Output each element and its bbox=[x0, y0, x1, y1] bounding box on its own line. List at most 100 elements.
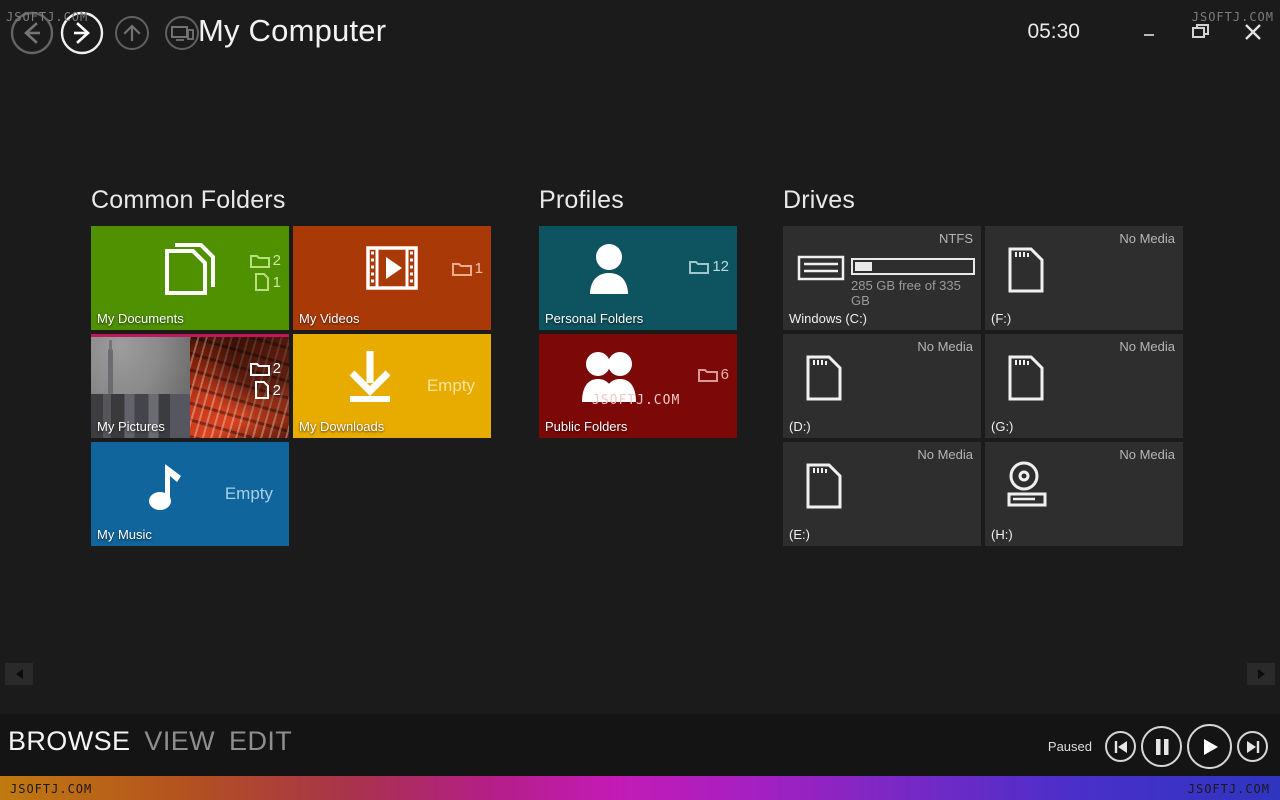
tile-drive-d[interactable]: No Media (D:) bbox=[783, 334, 981, 438]
tile-my-downloads[interactable]: Empty My Downloads bbox=[293, 334, 491, 438]
drive-status: No Media bbox=[1119, 447, 1175, 462]
folder-icon bbox=[698, 367, 718, 383]
profiles-tile-grid: 12 Personal Folders bbox=[539, 226, 741, 438]
single-user-icon bbox=[539, 232, 679, 304]
tile-label: My Pictures bbox=[97, 419, 165, 434]
tile-public-folders[interactable]: 6 Public Folders bbox=[539, 334, 737, 438]
forward-arrow-icon bbox=[60, 11, 104, 55]
drive-status: No Media bbox=[1119, 231, 1175, 246]
previous-button[interactable] bbox=[1105, 731, 1136, 762]
group-common-folders: Common Folders 2 bbox=[91, 186, 495, 546]
back-arrow-icon bbox=[10, 11, 54, 55]
computer-monitor-icon bbox=[164, 15, 200, 51]
tile-my-videos[interactable]: 1 My Videos bbox=[293, 226, 491, 330]
public-folders-counts: 6 bbox=[698, 366, 729, 383]
my-documents-counts: 2 1 bbox=[250, 252, 281, 291]
forward-button[interactable] bbox=[60, 11, 104, 55]
personal-folders-counts: 12 bbox=[689, 258, 729, 275]
minimize-button[interactable] bbox=[1134, 18, 1164, 46]
tile-label: Public Folders bbox=[545, 419, 627, 434]
player-status: Paused bbox=[1048, 739, 1092, 754]
mode-tabs: BROWSE VIEW EDIT bbox=[8, 726, 292, 757]
tile-my-pictures[interactable]: 2 2 My Pictures bbox=[91, 334, 289, 438]
content-area: Common Folders 2 bbox=[0, 68, 1280, 658]
scroll-right-button[interactable] bbox=[1247, 663, 1275, 685]
tile-label: Windows (C:) bbox=[789, 311, 867, 326]
tile-label: My Documents bbox=[97, 311, 184, 326]
drive-usage: 285 GB free of 335 GB bbox=[851, 258, 975, 308]
page-title: My Computer bbox=[198, 13, 386, 49]
tile-label: My Videos bbox=[299, 311, 359, 326]
up-button[interactable] bbox=[110, 11, 154, 55]
empty-badge: Empty bbox=[427, 376, 475, 396]
folder-count: 1 bbox=[452, 260, 483, 277]
drive-status: No Media bbox=[917, 447, 973, 462]
play-button[interactable] bbox=[1187, 724, 1232, 769]
play-icon bbox=[1200, 737, 1220, 757]
group-title-common-folders: Common Folders bbox=[91, 186, 495, 215]
tile-drive-h[interactable]: No Media (H:) bbox=[985, 442, 1183, 546]
clock: 05:30 bbox=[1027, 20, 1080, 44]
file-count: 1 bbox=[254, 273, 281, 291]
group-drives: Drives NTFS 285 GB free of 335 GB W bbox=[783, 186, 1189, 546]
folder-icon bbox=[250, 253, 270, 269]
tile-personal-folders[interactable]: 12 Personal Folders bbox=[539, 226, 737, 330]
my-pictures-counts: 2 2 bbox=[250, 360, 281, 399]
tile-my-documents[interactable]: 2 1 My Documents bbox=[91, 226, 289, 330]
tile-label: (E:) bbox=[789, 527, 810, 542]
tile-my-music[interactable]: Empty My Music bbox=[91, 442, 289, 546]
pause-button[interactable] bbox=[1141, 726, 1182, 767]
navigation-buttons bbox=[10, 11, 204, 55]
close-button[interactable] bbox=[1238, 18, 1268, 46]
memory-card-icon bbox=[1007, 246, 1045, 299]
tile-label: Personal Folders bbox=[545, 311, 643, 326]
skip-back-icon bbox=[1113, 740, 1129, 754]
memory-card-icon bbox=[805, 354, 843, 407]
usage-bar bbox=[851, 258, 975, 275]
tile-drive-f[interactable]: No Media (F:) bbox=[985, 226, 1183, 330]
close-icon bbox=[1241, 20, 1265, 44]
scroll-left-button[interactable] bbox=[5, 663, 33, 685]
my-videos-counts: 1 bbox=[452, 260, 483, 277]
group-title-drives: Drives bbox=[783, 186, 1189, 215]
tab-edit[interactable]: EDIT bbox=[229, 726, 292, 757]
folder-icon bbox=[452, 261, 472, 277]
folder-count: 6 bbox=[698, 366, 729, 383]
folder-icon bbox=[250, 361, 270, 377]
tile-drive-c[interactable]: NTFS 285 GB free of 335 GB Windows (C:) bbox=[783, 226, 981, 330]
tile-label: (G:) bbox=[991, 419, 1013, 434]
pictures-accent-bar bbox=[91, 334, 289, 337]
back-button[interactable] bbox=[10, 11, 54, 55]
file-icon bbox=[254, 381, 270, 399]
tile-label: (F:) bbox=[991, 311, 1011, 326]
tile-label: My Downloads bbox=[299, 419, 384, 434]
folder-icon bbox=[689, 259, 709, 275]
usage-bar-fill bbox=[855, 262, 872, 271]
tab-browse[interactable]: BROWSE bbox=[8, 726, 130, 757]
tile-drive-g[interactable]: No Media (G:) bbox=[985, 334, 1183, 438]
memory-card-icon bbox=[805, 462, 843, 515]
tile-drive-e[interactable]: No Media (E:) bbox=[783, 442, 981, 546]
bottom-bar: BROWSE VIEW EDIT Paused bbox=[0, 714, 1280, 776]
drive-status: NTFS bbox=[939, 231, 973, 246]
folder-count: 2 bbox=[250, 360, 281, 377]
restore-button[interactable] bbox=[1186, 18, 1216, 46]
up-arrow-icon bbox=[114, 15, 150, 51]
gradient-strip bbox=[0, 776, 1280, 800]
empty-badge: Empty bbox=[225, 484, 273, 504]
group-title-profiles: Profiles bbox=[539, 186, 741, 215]
tile-label: (D:) bbox=[789, 419, 811, 434]
file-icon bbox=[254, 273, 270, 291]
title-bar: My Computer 05:30 bbox=[0, 0, 1280, 68]
window-controls bbox=[1134, 18, 1268, 46]
next-button[interactable] bbox=[1237, 731, 1268, 762]
two-users-icon bbox=[539, 340, 679, 412]
folder-count: 12 bbox=[689, 258, 729, 275]
tab-view[interactable]: VIEW bbox=[144, 726, 215, 757]
tile-label: My Music bbox=[97, 527, 152, 542]
usage-text: 285 GB free of 335 GB bbox=[851, 278, 975, 308]
folder-count: 2 bbox=[250, 252, 281, 269]
memory-card-icon bbox=[1007, 354, 1045, 407]
skip-forward-icon bbox=[1245, 740, 1261, 754]
hard-disk-icon bbox=[797, 252, 845, 289]
